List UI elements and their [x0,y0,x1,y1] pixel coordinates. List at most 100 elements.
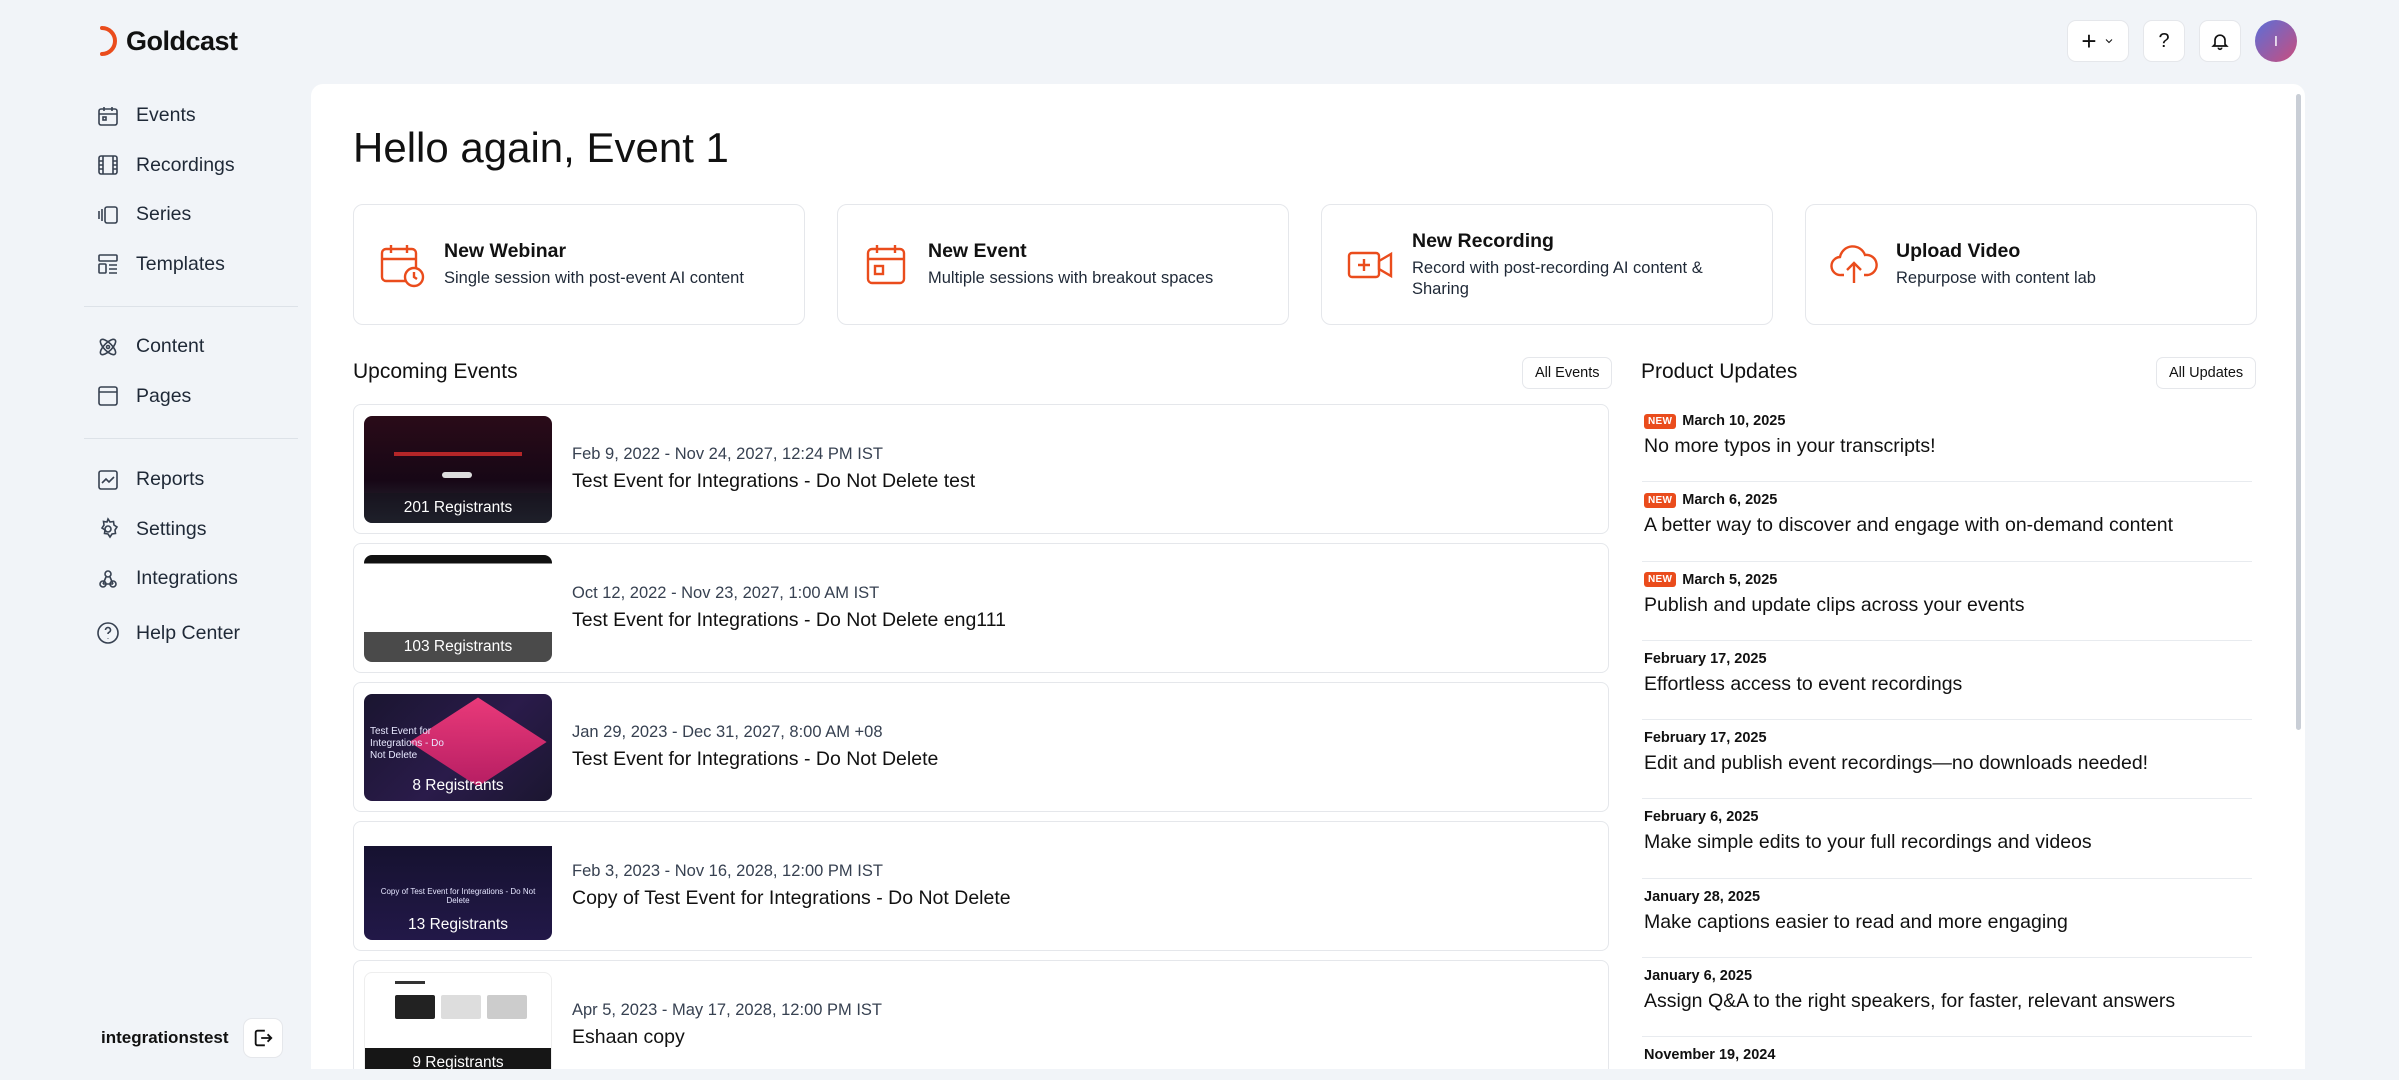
update-item[interactable]: NEW March 6, 2025 A better way to discove… [1642,482,2252,562]
update-title: Publish and update clips across your eve… [1644,593,2025,616]
updates-list: NEW March 10, 2025 No more typos in your … [1642,403,2252,1069]
logout-icon [254,1029,273,1047]
sidebar-item-label: Integrations [136,567,238,590]
new-badge: NEW [1644,572,1677,588]
update-item[interactable]: February 17, 2025 Effortless access to e… [1642,641,2252,721]
update-item[interactable]: February 6, 2025 Make simple edits to yo… [1642,799,2252,879]
sidebar-item-reports[interactable]: Reports [96,455,240,505]
notifications-button[interactable] [2199,20,2241,62]
update-date: November 19, 2024 [1644,1047,1776,1064]
sidebar-item-integrations[interactable]: Integrations [96,554,240,604]
event-date: Jan 29, 2023 - Dec 31, 2027, 8:00 AM +08 [572,723,883,741]
event-thumbnail: 201 Registrants [364,415,552,523]
calendar-clock-icon [380,244,425,287]
event-date: Feb 9, 2022 - Nov 24, 2027, 12:24 PM IST [572,445,883,463]
update-title: Make simple edits to your full recording… [1644,831,2092,854]
event-name: Test Event for Integrations - Do Not Del… [572,470,976,492]
sidebar: Goldcast Events Recordings Series Templa… [0,0,310,1080]
logout-button[interactable] [243,1018,283,1058]
template-icon [98,254,118,275]
event-row[interactable]: 201 Registrants Feb 9, 2022 - Nov 24, 20… [353,404,1609,534]
all-events-button[interactable]: All Events [1522,357,1613,389]
update-date: March 5, 2025 [1682,571,1778,588]
update-item[interactable]: January 28, 2025 Make captions easier to… [1642,879,2252,959]
nav-divider [84,306,298,307]
chevron-down-icon [2105,39,2112,44]
registrant-count: 13 Registrants [408,915,508,933]
sidebar-item-recordings[interactable]: Recordings [96,141,235,191]
scrollbar[interactable] [2296,94,2301,730]
nav-divider [84,438,298,439]
help-button[interactable]: ? [2143,20,2185,62]
user-footer: integrationstest [101,1018,283,1058]
sidebar-item-label: Templates [136,252,225,275]
sidebar-item-label: Series [136,203,192,226]
event-date: Apr 5, 2023 - May 17, 2028, 12:00 PM IST [572,1001,883,1019]
quick-actions: New Webinar Single session with post-eve… [353,204,2257,325]
calendar-icon [866,244,906,284]
film-icon [98,155,118,176]
update-item[interactable]: February 17, 2025 Edit and publish event… [1642,720,2252,800]
update-item[interactable]: NEW March 10, 2025 No more typos in your … [1642,403,2252,483]
update-item[interactable]: NEW March 5, 2025 Publish and update clip… [1642,562,2252,641]
question-icon: ? [2158,29,2170,52]
card-title: New Recording [1412,229,1554,252]
upload-video-card[interactable]: Upload Video Repurpose with content lab [1805,204,2257,325]
update-date: January 6, 2025 [1644,968,1753,985]
card-title: Upload Video [1896,240,2021,262]
sidebar-item-label: Settings [136,517,207,540]
update-item[interactable]: November 19, 2024 [1642,1037,2252,1069]
registrant-count: 8 Registrants [412,776,504,794]
nav-group-primary: Events Recordings Series Templates [96,91,235,289]
calendar-icon [98,106,118,126]
sidebar-item-pages[interactable]: Pages [96,372,204,422]
sidebar-item-series[interactable]: Series [96,190,235,240]
new-webinar-card[interactable]: New Webinar Single session with post-eve… [353,204,805,325]
registrant-count: 9 Registrants [365,1047,551,1069]
update-date: February 17, 2025 [1644,730,1767,747]
cloud-upload-icon [1830,244,1878,283]
create-menu-button[interactable]: + [2067,20,2129,62]
event-date: Oct 12, 2022 - Nov 23, 2027, 1:00 AM IST [572,584,880,602]
upcoming-events-title: Upcoming Events [353,360,518,383]
sidebar-item-label: Help Center [136,621,241,644]
chart-icon [98,469,118,490]
update-item[interactable]: January 6, 2025 Assign Q&A to the right … [1642,958,2252,1038]
update-title: Edit and publish event recordings—no dow… [1644,752,2149,775]
sidebar-item-help-center[interactable]: Help Center [96,609,240,659]
main-panel: Hello again, Event 1 New Webinar Single … [311,84,2305,1069]
thumbnail-caption: Copy of Test Event for Integrations - Do… [380,886,536,905]
series-icon [98,205,118,224]
event-row[interactable]: Copy of Test Event for Integrations - Do… [353,821,1609,951]
topbar-actions: + ? I [2067,20,2297,62]
event-thumbnail: 103 Registrants [364,554,552,662]
webhook-icon [99,569,117,588]
new-recording-card[interactable]: New Recording Record with post-recording… [1321,204,1773,325]
card-title: New Event [928,240,1027,262]
card-description: Multiple sessions with breakout spaces [928,269,1214,287]
sidebar-item-events[interactable]: Events [96,91,235,141]
sidebar-item-settings[interactable]: Settings [96,505,240,555]
help-circle-icon [97,622,119,645]
brand-logo[interactable]: Goldcast [96,24,238,58]
event-row[interactable]: 9 Registrants Apr 5, 2023 - May 17, 2028… [353,960,1609,1069]
avatar[interactable]: I [2255,20,2297,62]
thumbnail-caption: Test Event for Integrations - Do Not Del… [370,725,444,761]
all-updates-button[interactable]: All Updates [2156,357,2257,389]
sidebar-item-templates[interactable]: Templates [96,240,235,290]
nav-group-content: Content Pages [96,322,204,421]
new-badge: NEW [1644,413,1677,429]
event-row[interactable]: Test Event for Integrations - Do Not Del… [353,682,1609,812]
update-title: A better way to discover and engage with… [1644,514,2174,537]
new-event-card[interactable]: New Event Multiple sessions with breakou… [837,204,1289,325]
event-row[interactable]: 103 Registrants Oct 12, 2022 - Nov 23, 2… [353,543,1609,673]
video-plus-icon [1347,251,1393,278]
gear-icon [100,517,119,539]
page-title: Hello again, Event 1 [353,124,729,171]
update-date: March 10, 2025 [1682,413,1786,429]
event-date: Feb 3, 2023 - Nov 16, 2028, 12:00 PM IST [572,862,883,880]
sidebar-item-content[interactable]: Content [96,322,204,372]
update-date: January 28, 2025 [1644,888,1761,905]
event-name: Test Event for Integrations - Do Not Del… [572,609,1006,631]
event-name: Eshaan copy [572,1026,685,1048]
